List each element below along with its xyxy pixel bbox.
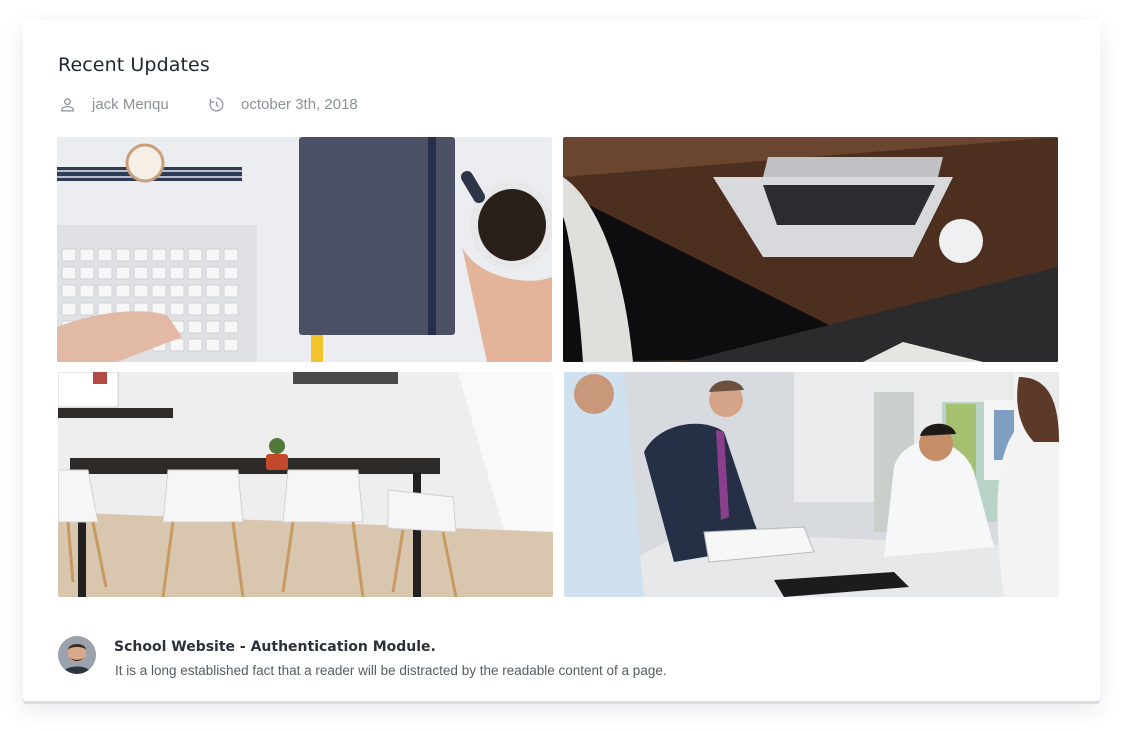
author-name[interactable]: jack Menqu [92,96,169,113]
user-icon [61,98,74,112]
meeting-room-chairs-photo[interactable] [58,372,553,597]
business-meeting-photo[interactable] [564,372,1059,597]
avatar[interactable] [58,636,96,674]
author-meta: jack Menqu [59,96,169,113]
post-date: october 3th, 2018 [241,96,358,113]
post-title[interactable]: School Website - Authentication Module. [114,639,436,655]
clock-icon [209,97,224,112]
recent-updates-card: Recent Updates jack Menqu october 3th, 2… [23,20,1100,701]
laptop-on-wooden-desk-photo[interactable] [563,137,1058,362]
post-description: It is a long established fact that a rea… [115,663,667,678]
date-meta: october 3th, 2018 [208,96,358,113]
card-title: Recent Updates [58,54,210,76]
workspace-keyboard-notebook-coffee-photo[interactable] [57,137,552,362]
